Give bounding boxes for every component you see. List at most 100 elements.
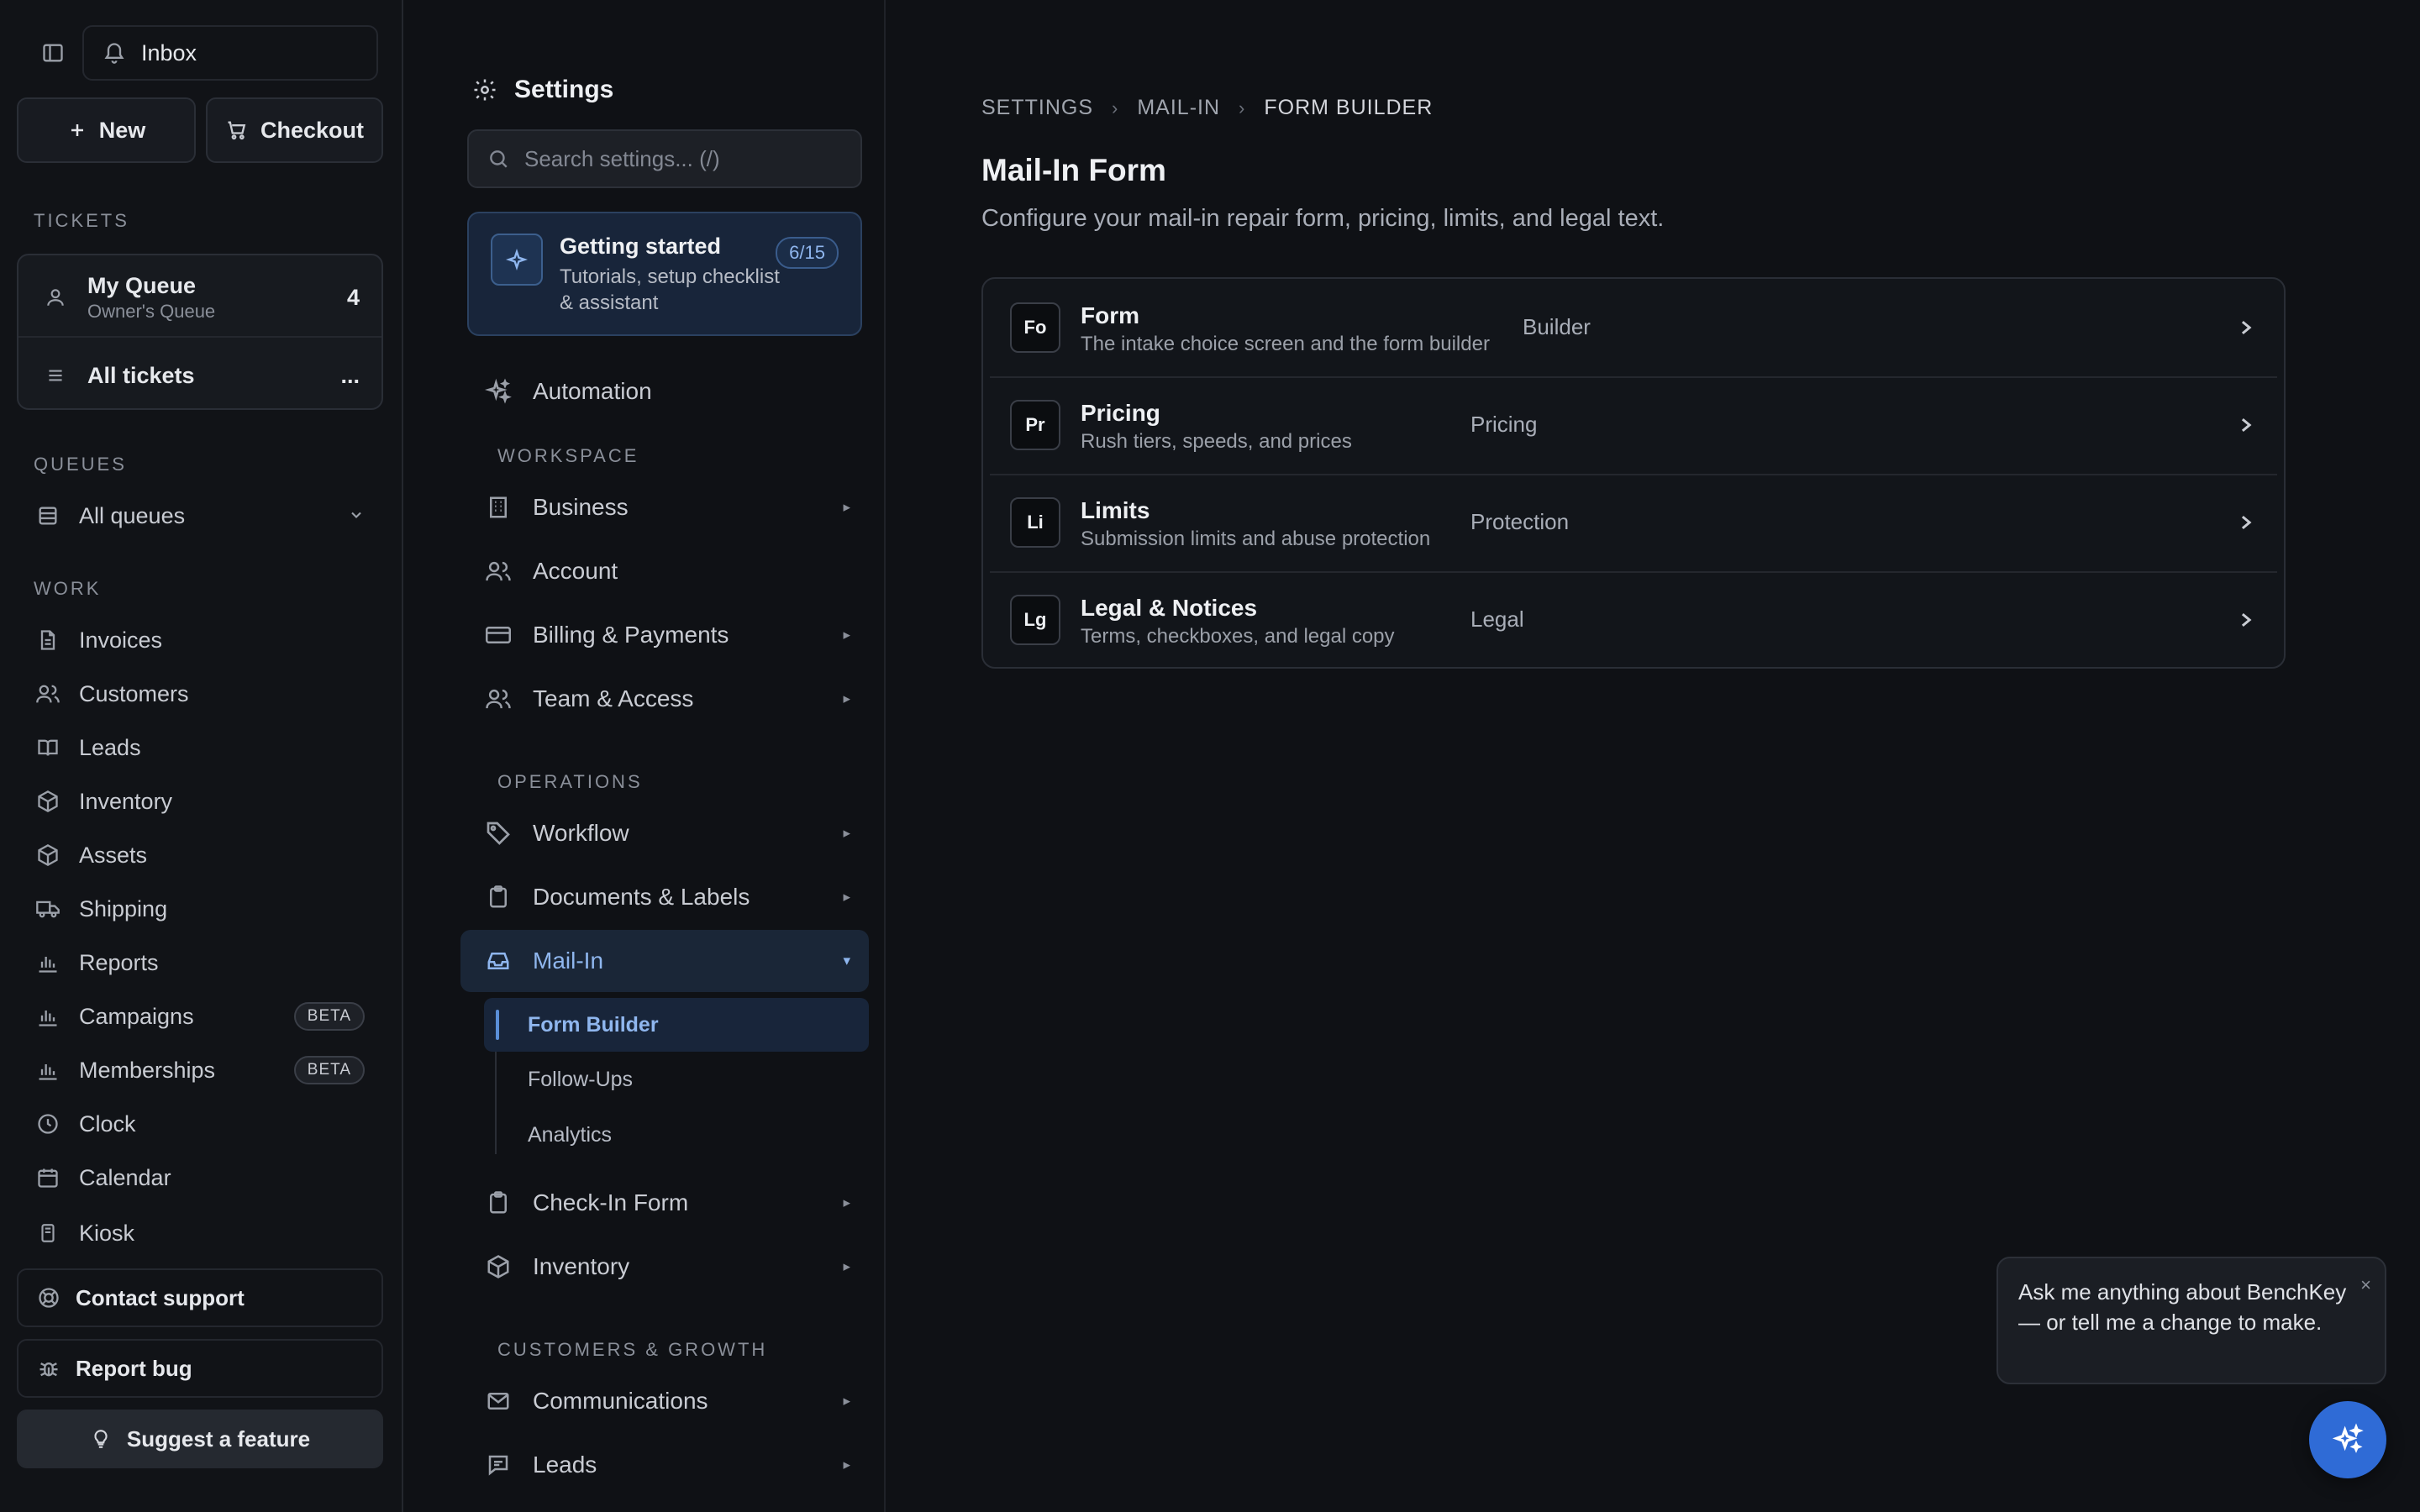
suggest-feature-button[interactable]: Suggest a feature	[17, 1410, 383, 1468]
settings-item-label: Billing & Payments	[533, 622, 729, 648]
expand-arrow-icon: ▸	[843, 1393, 850, 1409]
settings-header: Settings	[472, 76, 613, 104]
expand-arrow-icon: ▸	[843, 1258, 850, 1274]
clock-icon	[34, 1112, 62, 1136]
sidebar-item-invoices[interactable]: Invoices	[34, 620, 365, 660]
contact-support-label: Contact support	[76, 1284, 245, 1310]
file-icon	[34, 628, 62, 652]
assistant-button[interactable]	[2309, 1401, 2386, 1478]
gear-icon	[474, 79, 496, 101]
getting-started-subtitle: Tutorials, setup checklist & assistant	[560, 265, 780, 314]
search-icon	[490, 150, 508, 168]
expand-arrow-icon: ▸	[843, 825, 850, 841]
settings-item-inventory[interactable]: Inventory ▸	[482, 1242, 869, 1292]
sidebar-item-inventory[interactable]: Inventory	[34, 781, 365, 822]
row-avatar: Pr	[1010, 400, 1060, 450]
sidebar-item-campaigns[interactable]: Campaigns BETA	[34, 996, 365, 1037]
card-row-form[interactable]: Fo Form The intake choice screen and the…	[983, 279, 2284, 376]
sidebar-item-label: Memberships	[79, 1057, 216, 1083]
plus-icon	[71, 124, 83, 136]
settings-item-label: Business	[533, 494, 629, 520]
chevron-down-icon	[348, 503, 365, 529]
new-label: New	[98, 117, 146, 143]
mail-icon	[482, 1389, 514, 1414]
breadcrumb-mail-in[interactable]: MAIL-IN	[1137, 96, 1220, 120]
inbox-button[interactable]: Inbox	[82, 25, 378, 81]
settings-item-team[interactable]: Team & Access ▸	[482, 674, 869, 724]
panel-toggle-button[interactable]	[34, 34, 72, 72]
row-avatar: Li	[1010, 497, 1060, 548]
sidebar-item-label: Shipping	[79, 895, 168, 921]
expand-arrow-icon: ▸	[843, 499, 850, 515]
settings-item-leads[interactable]: Leads ▸	[482, 1440, 869, 1490]
row-subtitle: Terms, checkboxes, and legal copy	[1081, 625, 1395, 648]
bell-icon	[104, 43, 124, 64]
sidebar-item-kiosk[interactable]: Kiosk	[34, 1213, 365, 1253]
settings-item-label: Communications	[533, 1388, 708, 1414]
settings-item-billing[interactable]: Billing & Payments ▸	[482, 610, 869, 660]
settings-item-automation[interactable]: Automation	[482, 366, 869, 417]
clipboard-icon	[482, 884, 514, 911]
checkout-button[interactable]: Checkout	[206, 97, 383, 163]
suggest-feature-label: Suggest a feature	[126, 1425, 311, 1452]
settings-card-list: Fo Form The intake choice screen and the…	[981, 277, 2286, 669]
stack-icon	[34, 504, 62, 528]
breadcrumb-settings[interactable]: SETTINGS	[981, 96, 1093, 120]
tickets-divider	[18, 336, 381, 338]
sidebar-item-leads[interactable]: Leads	[34, 727, 365, 768]
settings-item-documents[interactable]: Documents & Labels ▸	[482, 872, 869, 922]
lifebuoy-icon	[39, 1288, 59, 1308]
lightbulb-icon	[94, 1430, 108, 1448]
search-placeholder: Search settings... (/)	[524, 145, 720, 171]
sidebar-item-clock[interactable]: Clock	[34, 1104, 365, 1144]
tablet-icon	[34, 1221, 62, 1245]
settings-nav: Settings Search settings... (/) Getting …	[405, 0, 886, 1512]
sidebar-item-label: Campaigns	[79, 1003, 194, 1029]
sidebar-item-reports[interactable]: Reports	[34, 942, 365, 983]
getting-started-title: Getting started	[560, 234, 722, 259]
settings-item-business[interactable]: Business ▸	[482, 482, 869, 533]
settings-item-workflow[interactable]: Workflow ▸	[482, 808, 869, 858]
sidebar-item-customers[interactable]: Customers	[34, 674, 365, 714]
new-button[interactable]: New	[17, 97, 196, 163]
all-tickets-more-button[interactable]: ...	[340, 363, 360, 389]
expand-arrow-icon: ▸	[843, 1194, 850, 1210]
report-bug-button[interactable]: Report bug	[17, 1339, 383, 1398]
card-row-pricing[interactable]: Pr Pricing Rush tiers, speeds, and price…	[983, 376, 2284, 474]
getting-started-card[interactable]: Getting started Tutorials, setup checkli…	[467, 212, 862, 336]
settings-item-mail-in[interactable]: Mail-In ▾	[460, 930, 869, 992]
settings-item-label: Documents & Labels	[533, 884, 750, 910]
sidebar-item-assets[interactable]: Assets	[34, 835, 365, 875]
tickets-box: My Queue Owner's Queue 4 All tickets ...	[17, 254, 383, 410]
all-queues-label: All queues	[79, 502, 186, 528]
settings-item-account[interactable]: Account	[482, 546, 869, 596]
beta-badge: BETA	[293, 1002, 365, 1031]
expand-arrow-icon: ▸	[843, 1457, 850, 1473]
all-queues-dropdown[interactable]: All queues	[34, 496, 365, 536]
settings-item-label: Inventory	[533, 1253, 630, 1279]
row-title: Legal & Notices	[1081, 595, 1258, 621]
card-row-legal[interactable]: Lg Legal & Notices Terms, checkboxes, an…	[983, 571, 2284, 667]
box-icon	[482, 1253, 514, 1280]
row-category: Protection	[1470, 509, 1570, 534]
submenu-item-follow-ups[interactable]: Follow-Ups	[497, 1053, 869, 1106]
settings-search-input[interactable]: Search settings... (/)	[467, 129, 862, 188]
sidebar-item-calendar[interactable]: Calendar	[34, 1158, 365, 1198]
my-queue-item[interactable]: My Queue Owner's Queue 4	[18, 270, 381, 324]
submenu-item-form-builder[interactable]: Form Builder	[484, 998, 869, 1052]
contact-support-button[interactable]: Contact support	[17, 1268, 383, 1327]
assistant-tooltip: Ask me anything about BenchKey — or tell…	[1996, 1257, 2386, 1384]
truck-icon	[34, 897, 62, 921]
settings-item-communications[interactable]: Communications ▸	[482, 1376, 869, 1426]
close-icon[interactable]: ×	[2360, 1270, 2371, 1300]
sidebar-item-shipping[interactable]: Shipping	[34, 889, 365, 929]
row-avatar: Lg	[1010, 595, 1060, 645]
all-tickets-item[interactable]: All tickets ...	[18, 354, 381, 396]
settings-item-check-in-form[interactable]: Check-In Form ▸	[482, 1178, 869, 1228]
card-row-limits[interactable]: Li Limits Submission limits and abuse pr…	[983, 474, 2284, 571]
sidebar-item-memberships[interactable]: Memberships BETA	[34, 1050, 365, 1090]
chevron-right-icon	[2233, 507, 2259, 538]
sidebar-item-label: Assets	[79, 842, 148, 868]
submenu-item-analytics[interactable]: Analytics	[497, 1108, 869, 1162]
row-category: Legal	[1470, 606, 1524, 632]
